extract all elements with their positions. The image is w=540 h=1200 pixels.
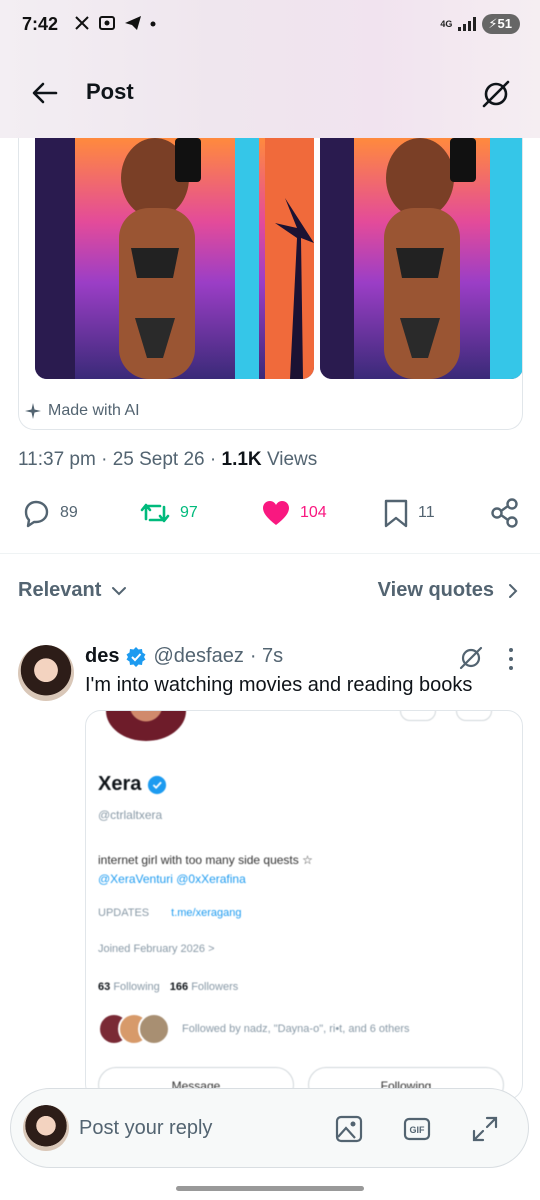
reply-count: 89 <box>60 504 78 521</box>
expand-icon[interactable] <box>471 1115 499 1143</box>
reply-time: · 7s <box>249 645 284 667</box>
divider <box>0 553 540 554</box>
signal-icon <box>458 17 477 31</box>
followers-label: Followers <box>191 981 239 993</box>
following-count: 63 <box>98 981 111 993</box>
post-date: 25 Sept 26 <box>112 449 205 470</box>
grok-icon[interactable] <box>458 645 484 671</box>
made-with-ai-text: Made with AI <box>48 402 140 419</box>
verified-badge-icon <box>148 775 167 794</box>
profile-avatar <box>106 711 186 741</box>
reply-button[interactable]: 89 <box>20 497 78 529</box>
like-count: 104 <box>300 504 327 521</box>
x-logo-icon <box>75 16 89 30</box>
telegram-icon <box>125 16 141 30</box>
reply-author-handle: @desfaez <box>153 645 244 667</box>
battery-indicator: ⚡51 <box>482 14 520 34</box>
header: Post <box>0 66 540 122</box>
repost-button[interactable]: 97 <box>138 497 198 529</box>
profile-bio-text: internet girl with too many side quests … <box>98 853 313 867</box>
made-with-ai-label[interactable]: Made with AI <box>24 402 140 420</box>
post-actions: 89 97 104 11 <box>0 497 540 537</box>
profile-name: Xera <box>98 773 167 796</box>
more-options-icon[interactable] <box>505 648 517 670</box>
reply-text: I'm into watching movies and reading boo… <box>85 674 473 696</box>
network-type: 4G <box>440 18 453 29</box>
reply-composer[interactable]: Post your reply GIF <box>10 1088 529 1168</box>
grok-icon[interactable] <box>480 78 512 110</box>
view-quotes-link[interactable]: View quotes <box>378 579 518 602</box>
heart-filled-icon <box>263 501 289 525</box>
reply-author[interactable]: des @desfaez · 7s <box>85 645 283 668</box>
reply-author-name: des <box>85 645 120 667</box>
bookmark-icon <box>384 499 408 528</box>
views-label: Views <box>266 449 318 470</box>
screenshot-icon <box>99 16 115 30</box>
profile-action-buttons <box>400 711 492 721</box>
followers-count: 166 <box>169 981 189 993</box>
reply-input-placeholder[interactable]: Post your reply <box>79 1117 212 1140</box>
home-indicator[interactable] <box>176 1186 364 1191</box>
reply-image[interactable]: Xera @ctrlaltxera internet girl with too… <box>85 710 523 1100</box>
views-count: 1.1K <box>221 449 262 470</box>
like-button[interactable]: 104 <box>260 497 327 529</box>
profile-follow-counts: 63 Following 166 Followers <box>98 981 238 993</box>
profile-followed-by: Followed by nadz, "Dayna-o", ri•t, and 6… <box>98 1013 410 1045</box>
follower-avatars <box>98 1013 170 1045</box>
image-icon[interactable] <box>335 1115 363 1143</box>
status-time: 7:42 <box>22 14 59 34</box>
profile-bio-links: @XeraVenturi @0xXerafina <box>98 872 246 886</box>
reply-icon <box>24 500 49 528</box>
avatar[interactable] <box>18 645 74 701</box>
page-title: Post <box>86 79 134 104</box>
top-bar: 7:42 4G ⚡51 Post <box>0 0 540 138</box>
chevron-down-icon <box>112 586 127 595</box>
status-bar: 7:42 4G ⚡51 <box>0 0 540 50</box>
profile-joined: Joined February 2026 > <box>98 943 215 955</box>
share-icon <box>491 498 518 528</box>
back-arrow-icon[interactable] <box>30 78 60 108</box>
post-time: 11:37 pm <box>18 449 96 470</box>
battery-level: 51 <box>497 16 512 31</box>
view-quotes-label: View quotes <box>377 579 494 601</box>
post-metadata: 11:37 pm · 25 Sept 26 · 1.1K Views <box>18 449 318 470</box>
profile-name-text: Xera <box>98 773 142 795</box>
repost-count: 97 <box>180 504 198 521</box>
avatar <box>23 1105 69 1151</box>
sort-label: Relevant <box>18 579 102 601</box>
profile-updates: UPDATES <box>98 907 150 919</box>
bookmark-count: 11 <box>418 504 435 521</box>
svg-text:GIF: GIF <box>410 1125 426 1135</box>
followed-by-text: Followed by nadz, "Dayna-o", ri•t, and 6… <box>182 1023 410 1035</box>
bookmark-button[interactable]: 11 <box>382 497 435 529</box>
sort-dropdown[interactable]: Relevant <box>18 579 127 602</box>
media-card <box>18 110 523 430</box>
share-button[interactable] <box>490 497 520 529</box>
gif-icon[interactable]: GIF <box>403 1115 431 1143</box>
reply-sort-bar: Relevant View quotes <box>0 575 540 609</box>
profile-link: t.me/xeragang <box>171 907 242 919</box>
following-label: Following <box>113 981 160 993</box>
sparkle-icon <box>25 403 41 419</box>
notification-dot-icon <box>150 21 156 27</box>
profile-handle: @ctrlaltxera <box>98 808 163 822</box>
profile-info: UPDATES t.me/xeragang <box>98 907 241 919</box>
repost-icon <box>140 503 170 523</box>
verified-badge-icon <box>126 646 146 667</box>
chevron-right-icon <box>509 583 518 598</box>
profile-bio: internet girl with too many side quests … <box>98 851 313 889</box>
